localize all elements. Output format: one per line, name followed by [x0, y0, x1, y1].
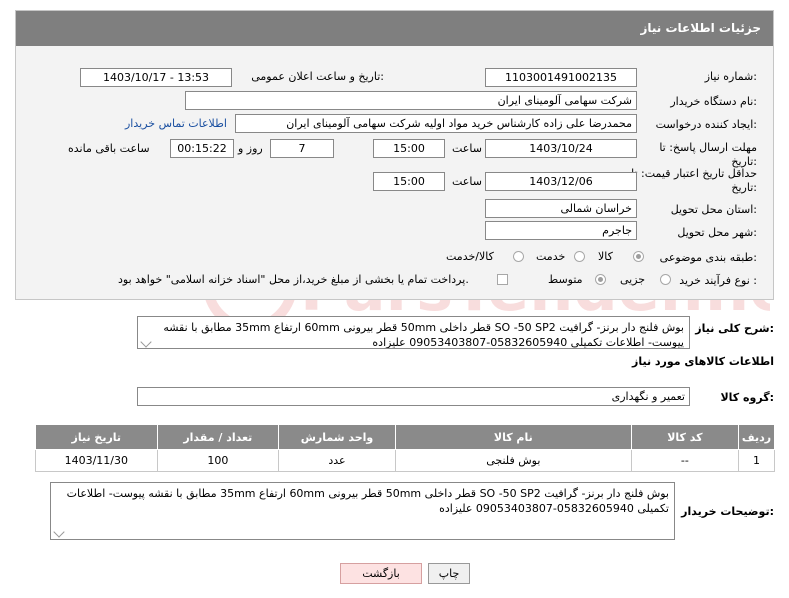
deadline-label: مهلت ارسال پاسخ: تا [659, 141, 757, 154]
description-label: شرح کلی نیاز: [695, 322, 774, 335]
table-row[interactable]: 1 -- بوش فلنجی عدد 100 1403/11/30 [35, 449, 775, 472]
validity-time-label: ساعت [452, 175, 482, 188]
validity-label: حداقل تاریخ اعتبار قیمت: تا [631, 167, 757, 180]
category-radio-goods[interactable] [633, 251, 644, 262]
city-field[interactable]: جاجرم [485, 221, 637, 240]
days-field[interactable]: 7 [270, 139, 334, 158]
cell-unit: عدد [278, 449, 396, 472]
col-unit: واحد شمارش [278, 424, 396, 450]
cell-row: 1 [738, 449, 775, 472]
deadline-time-label: ساعت [452, 142, 482, 155]
days-label: روز و [238, 142, 263, 155]
category-radio-service[interactable] [574, 251, 585, 262]
cell-code: -- [630, 449, 740, 472]
cell-qty: 100 [156, 449, 280, 472]
description-textarea[interactable]: بوش فلنج دار برنز- گرافیت SO -50 SP2 قطر… [137, 316, 690, 349]
table-header-row: ردیف کد کالا نام کالا واحد شمارش تعداد /… [35, 424, 775, 450]
validity-date-field[interactable]: 1403/12/06 [485, 172, 637, 191]
col-date: تاریخ نیاز [35, 424, 158, 450]
buyer-org-label: نام دستگاه خریدار: [670, 95, 757, 108]
validity-time-field[interactable]: 15:00 [373, 172, 445, 191]
process-option-medium: متوسط [548, 273, 583, 286]
validity-date-label: تاریخ: [731, 181, 757, 194]
payment-note: پرداخت تمام یا بخشی از مبلغ خرید،از محل … [118, 273, 469, 286]
remaining-label: ساعت باقی مانده [68, 142, 150, 155]
contact-info-link[interactable]: اطلاعات تماس خریدار [125, 117, 227, 130]
treasury-payment-checkbox[interactable] [497, 274, 508, 285]
process-option-minor: جزیی [620, 273, 646, 286]
process-radio-medium[interactable] [595, 274, 606, 285]
deadline-time-field[interactable]: 15:00 [373, 139, 445, 158]
creator-label: ایجاد کننده درخواست: [655, 118, 757, 131]
col-name: نام کالا [394, 424, 632, 450]
city-label: شهر محل تحویل: [677, 226, 757, 239]
need-number-label: شماره نیاز: [704, 70, 757, 83]
col-row: ردیف [738, 424, 775, 450]
col-qty: تعداد / مقدار [156, 424, 280, 450]
announce-field[interactable]: 1403/10/17 - 13:53 [80, 68, 232, 87]
panel-title: جزئیات اطلاعات نیاز [16, 11, 773, 46]
category-radio-both[interactable] [513, 251, 524, 262]
category-option-goods: کالا [598, 250, 613, 263]
creator-field[interactable]: محمدرضا علی زاده کارشناس خرید مواد اولیه… [235, 114, 637, 133]
announce-label: تاریخ و ساعت اعلان عمومی: [251, 70, 384, 83]
province-field[interactable]: خراسان شمالی [485, 199, 637, 218]
goods-group-label: گروه کالا: [720, 391, 774, 404]
print-button[interactable]: چاپ [428, 563, 470, 584]
buyer-org-field[interactable]: شرکت سهامی آلومینای ایران [185, 91, 637, 110]
category-label: طبقه بندی موضوعی: [659, 251, 757, 264]
cell-date: 1403/11/30 [35, 449, 158, 472]
goods-group-field[interactable]: تعمیر و نگهداری [137, 387, 690, 406]
remaining-time-field[interactable]: 00:15:22 [170, 139, 234, 158]
goods-section-title: اطلاعات کالاهای مورد نیاز [632, 355, 774, 368]
province-label: استان محل تحویل: [670, 203, 757, 216]
buyer-notes-textarea[interactable]: بوش فلنج دار برنز- گرافیت SO -50 SP2 قطر… [50, 482, 675, 540]
category-option-both: کالا/خدمت [446, 250, 494, 263]
need-number-field[interactable]: 1103001491002135 [485, 68, 637, 87]
back-button[interactable]: بازگشت [340, 563, 422, 584]
cell-name: بوش فلنجی [394, 449, 632, 472]
col-code: کد کالا [630, 424, 740, 450]
process-label: نوع فرآیند خرید : [679, 274, 757, 287]
buyer-notes-label: توضیحات خریدار: [681, 505, 774, 518]
goods-table: ردیف کد کالا نام کالا واحد شمارش تعداد /… [35, 424, 775, 472]
deadline-date-field[interactable]: 1403/10/24 [485, 139, 637, 158]
process-radio-minor[interactable] [660, 274, 671, 285]
category-option-service: خدمت [536, 250, 566, 263]
